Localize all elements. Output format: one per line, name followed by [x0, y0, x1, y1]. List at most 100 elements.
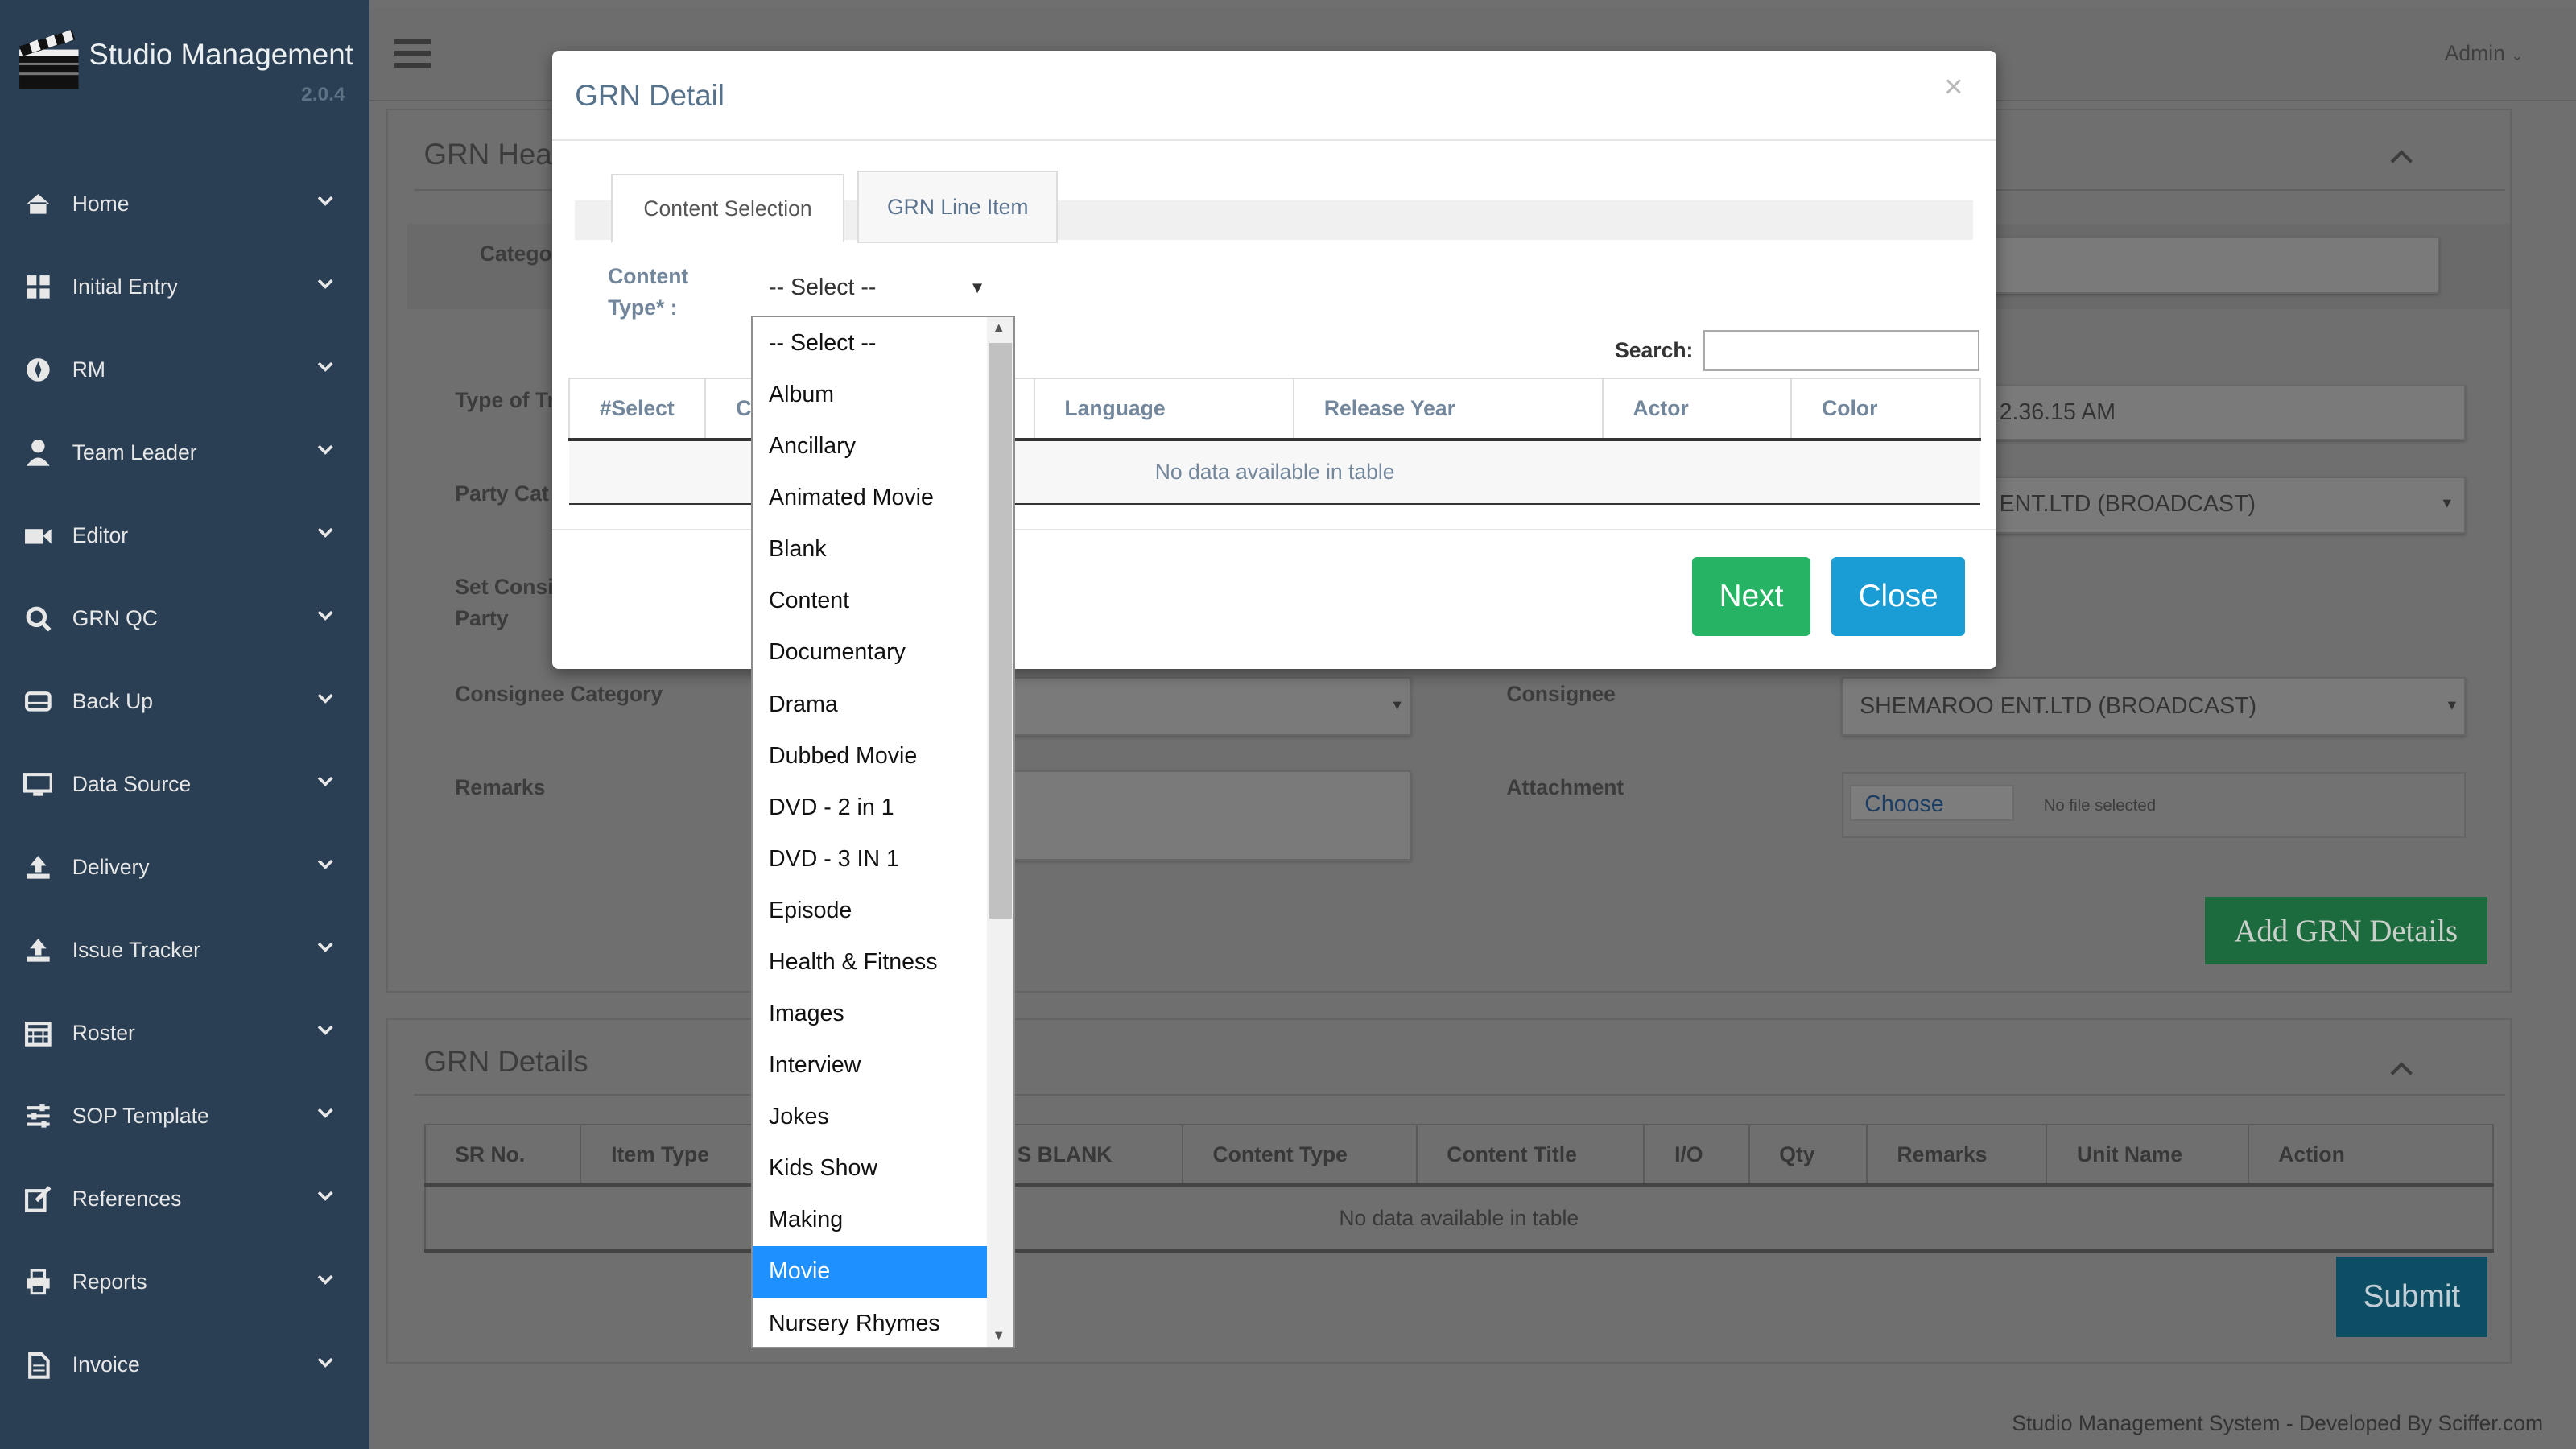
sidebar-item-references[interactable]: References [0, 1174, 369, 1224]
dropdown-option[interactable]: Dubbed Movie [753, 730, 988, 781]
edit-icon [24, 1186, 52, 1213]
sidebar-item-reports[interactable]: Reports [0, 1257, 369, 1307]
content-type-dropdown-list[interactable]: -- Select -- Album Ancillary Animated Movie… [750, 315, 1016, 1349]
sidebar-item-home[interactable]: Home [0, 179, 369, 228]
dropdown-option[interactable]: Blank [753, 524, 988, 575]
calendar-icon [24, 1022, 52, 1046]
sidebar-item-issue-tracker[interactable]: Issue Tracker [0, 926, 369, 975]
dropdown-option[interactable]: DVD - 2 in 1 [753, 782, 988, 833]
search-icon [26, 606, 52, 632]
scrollbar[interactable]: ▲ ▼ [987, 316, 1014, 1348]
column-header[interactable]: Remarks [1865, 1123, 2048, 1187]
dropdown-option[interactable]: Kids Show [753, 1143, 988, 1194]
dropdown-option[interactable]: Interview [753, 1040, 988, 1091]
chevron-down-icon [317, 196, 333, 206]
consignee-category-select[interactable]: ▾ [1013, 676, 1411, 737]
search-input[interactable] [1703, 330, 1980, 372]
upload-icon [26, 939, 50, 962]
dropdown-option[interactable]: Documentary [753, 627, 988, 678]
sidebar-item-invoice[interactable]: Invoice [0, 1340, 369, 1389]
tab-content-selection[interactable]: Content Selection [611, 174, 844, 243]
sidebar-item-sop-template[interactable]: SOP Template [0, 1092, 369, 1141]
column-header[interactable]: SR No. [423, 1123, 582, 1187]
remarks-textarea[interactable] [1013, 770, 1411, 861]
column-header[interactable]: Actor [1601, 378, 1793, 441]
attachment-field: Choose No file selected [1841, 772, 2467, 838]
column-header[interactable]: Qty [1748, 1123, 1868, 1187]
sidebar-item-grn-qc[interactable]: GRN QC [0, 594, 369, 643]
party-value: ENT.LTD (BROADCAST) [1999, 491, 2256, 518]
close-button[interactable]: Close [1831, 556, 1965, 636]
close-icon[interactable]: × [1944, 68, 1963, 105]
content-type-label: Content [608, 264, 689, 289]
search-label: Search: [1615, 338, 1694, 363]
consignee-select[interactable]: SHEMAROO ENT.LTD (BROADCAST) ▾ [1841, 676, 2467, 737]
chevron-down-icon [317, 610, 333, 621]
column-header[interactable]: Release Year [1293, 378, 1604, 441]
submit-button[interactable]: Submit [2336, 1257, 2487, 1338]
sidebar-item-data-source[interactable]: Data Source [0, 760, 369, 809]
sidebar-item-label: Team Leader [72, 440, 197, 464]
dropdown-option[interactable]: -- Select -- [753, 318, 988, 369]
sidebar-item-initial-entry[interactable]: Initial Entry [0, 262, 369, 312]
chevron-down-icon [317, 1191, 333, 1202]
hard-drive-icon [24, 691, 52, 712]
app-name: Studio Management [89, 37, 353, 71]
sidebar-item-rm[interactable]: RM [0, 345, 369, 394]
dropdown-option[interactable]: Health & Fitness [753, 937, 988, 988]
scroll-up-icon[interactable]: ▲ [993, 320, 1005, 336]
column-header[interactable]: Content Title [1415, 1123, 1645, 1187]
user-menu[interactable]: Admin ⌄ [2445, 41, 2524, 66]
chevron-down-icon [317, 1357, 333, 1368]
sidebar-item-label: References [72, 1187, 182, 1212]
column-header[interactable]: Action [2247, 1123, 2494, 1187]
dropdown-option[interactable]: Making [753, 1195, 988, 1245]
dropdown-option[interactable]: Content [753, 576, 988, 626]
dropdown-option[interactable]: DVD - 3 IN 1 [753, 834, 988, 885]
column-header[interactable]: Content Type [1181, 1123, 1418, 1187]
column-header[interactable]: Unit Name [2046, 1123, 2249, 1187]
column-header[interactable]: I/O [1643, 1123, 1750, 1187]
chevron-up-icon[interactable] [2390, 142, 2413, 163]
chevron-down-icon [317, 1108, 333, 1119]
column-header[interactable]: Item Type [580, 1123, 774, 1187]
category-label: Catego [479, 241, 552, 266]
monitor-icon [23, 773, 53, 796]
dropdown-arrow-icon: ▼ [969, 279, 986, 297]
column-header[interactable]: Color [1790, 378, 1982, 441]
dropdown-option[interactable]: Images [753, 989, 988, 1039]
dropdown-option[interactable]: Ancillary [753, 421, 988, 472]
column-header[interactable]: Language [1033, 378, 1295, 441]
add-grn-details-button[interactable]: Add GRN Details [2204, 897, 2487, 964]
sidebar-item-back-up[interactable]: Back Up [0, 677, 369, 726]
dropdown-option[interactable]: Nursery Rhymes [753, 1298, 988, 1348]
sidebar-item-editor[interactable]: Editor [0, 511, 369, 560]
chevron-up-icon[interactable] [2390, 1053, 2413, 1075]
sidebar-item-roster[interactable]: Roster [0, 1009, 369, 1058]
next-button[interactable]: Next [1692, 556, 1810, 636]
set-consignee-label: Set Consi [455, 575, 554, 600]
chevron-down-icon [317, 444, 333, 455]
dropdown-option[interactable]: Episode [753, 886, 988, 936]
chevron-down-icon: ▾ [1393, 696, 1402, 715]
menu-toggle-icon[interactable] [394, 39, 431, 69]
choose-file-button[interactable]: Choose [1849, 785, 2014, 822]
column-header[interactable]: S BLANK [985, 1123, 1183, 1187]
content-type-select[interactable]: -- Select -- ▼ [753, 265, 989, 311]
sidebar-item-label: Initial Entry [72, 274, 178, 299]
scrollbar-thumb[interactable] [989, 343, 1013, 919]
dropdown-option[interactable]: Jokes [753, 1092, 988, 1142]
chevron-down-icon [317, 943, 333, 953]
column-header[interactable]: #Select [568, 378, 707, 441]
dropdown-option[interactable]: Movie [752, 1246, 988, 1298]
user-name: Admin [2444, 41, 2505, 66]
sidebar-item-label: Home [72, 191, 130, 216]
dropdown-option[interactable]: Animated Movie [753, 473, 988, 523]
dropdown-option[interactable]: Album [753, 369, 988, 420]
sidebar-item-team-leader[interactable]: Team Leader [0, 428, 369, 477]
sidebar-item-delivery[interactable]: Delivery [0, 843, 369, 892]
brand[interactable]: Studio Management 2.0.4 [16, 23, 361, 105]
scroll-down-icon[interactable]: ▼ [993, 1328, 1005, 1344]
dropdown-option[interactable]: Drama [753, 679, 988, 729]
tab-grn-line-item[interactable]: GRN Line Item [857, 171, 1059, 243]
